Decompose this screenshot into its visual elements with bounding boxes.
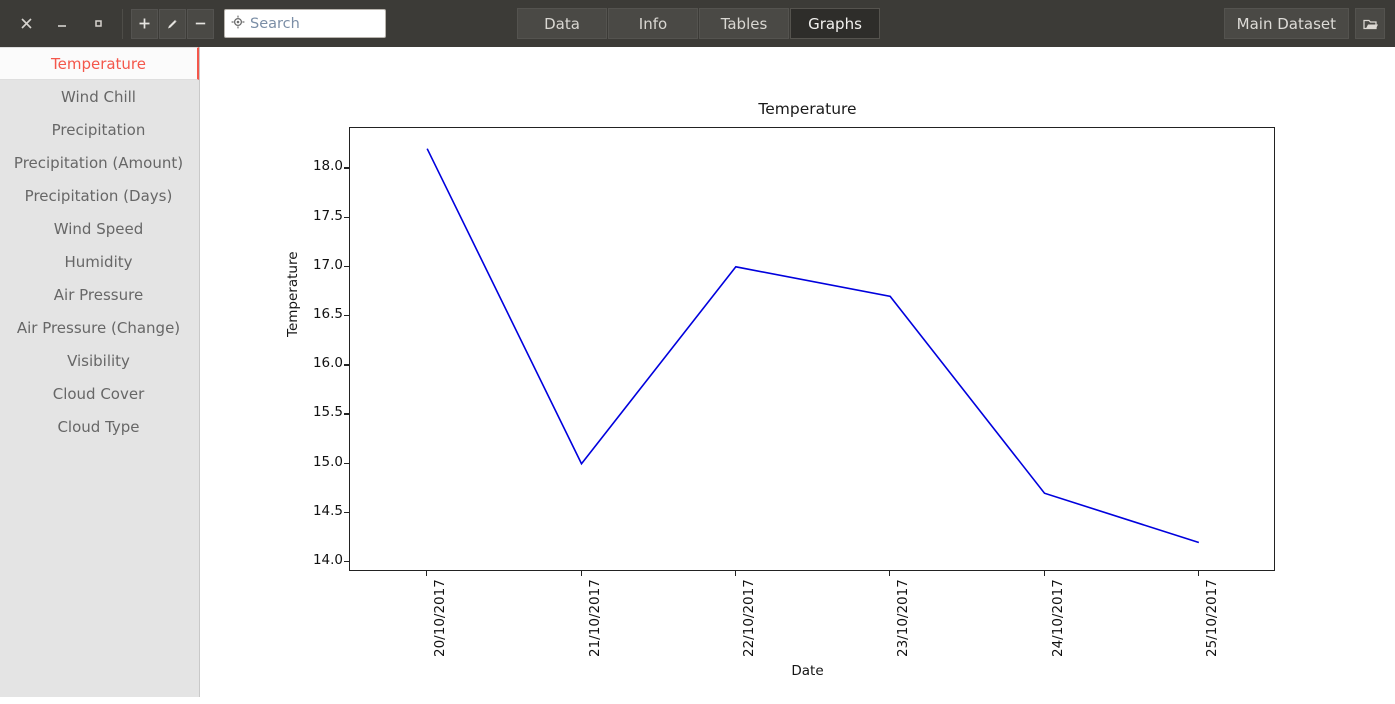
sidebar-item-label: Air Pressure: [53, 285, 144, 304]
dataset-controls: Main Dataset: [1223, 8, 1385, 39]
sidebar-item-label: Humidity: [64, 252, 133, 271]
sidebar-item-label: Visibility: [67, 351, 130, 370]
sidebar-item-label: Precipitation: [51, 120, 146, 139]
y-tick-label: 16.0: [312, 355, 343, 372]
y-tick-label: 16.5: [312, 306, 343, 323]
sidebar-item-label: Air Pressure (Change): [16, 318, 181, 337]
x-tick-label: 25/10/2017: [1203, 579, 1220, 657]
sidebar-item-precipitation-amount[interactable]: Precipitation (Amount): [0, 146, 199, 179]
tab-tables[interactable]: Tables: [699, 8, 789, 39]
sidebar-item-label: Precipitation (Days): [24, 186, 173, 205]
tab-data[interactable]: Data: [517, 8, 607, 39]
tab-graphs[interactable]: Graphs: [790, 8, 880, 39]
x-tick-mark: [889, 571, 891, 576]
sidebar-item-cloud-cover[interactable]: Cloud Cover: [0, 377, 199, 410]
edit-pencil-icon[interactable]: [159, 8, 186, 39]
y-tick-label: 14.5: [312, 502, 343, 519]
x-axis-label: Date: [791, 663, 824, 679]
x-tick-label: 21/10/2017: [586, 579, 603, 657]
sidebar-item-cloud-type[interactable]: Cloud Type: [0, 410, 199, 443]
title-bar: Data Info Tables Graphs Main Dataset: [0, 0, 1395, 47]
target-search-icon: [231, 14, 245, 33]
sidebar-item-wind-speed[interactable]: Wind Speed: [0, 212, 199, 245]
window-controls: [8, 8, 116, 40]
y-tick-label: 18.0: [312, 158, 343, 175]
search-input[interactable]: [250, 15, 379, 32]
sidebar-item-label: Wind Speed: [53, 219, 144, 238]
sidebar-item-label: Cloud Type: [57, 417, 140, 436]
temperature-line: [426, 148, 1200, 544]
sidebar-item-label: Wind Chill: [61, 87, 136, 106]
tab-info[interactable]: Info: [608, 8, 698, 39]
main-tabs: Data Info Tables Graphs: [517, 8, 880, 39]
x-tick-label: 20/10/2017: [432, 579, 449, 657]
sidebar-item-precipitation[interactable]: Precipitation: [0, 113, 199, 146]
dataset-button[interactable]: Main Dataset: [1223, 8, 1349, 39]
add-button[interactable]: [131, 8, 158, 39]
y-axis-label: Temperature: [285, 251, 301, 337]
sidebar-item-air-pressure[interactable]: Air Pressure: [0, 278, 199, 311]
y-axis-tick-labels: 14.0 14.5 15.0 15.5 16.0 16.5 17.0 17.5 18.0: [301, 47, 343, 704]
y-tick-label: 15.0: [312, 453, 343, 470]
x-tick-label: 22/10/2017: [740, 579, 757, 657]
sidebar-item-wind-chill[interactable]: Wind Chill: [0, 80, 199, 113]
close-icon[interactable]: [8, 8, 44, 40]
y-tick-label: 17.0: [312, 256, 343, 273]
minimize-icon[interactable]: [44, 8, 80, 40]
sidebar-item-label: Cloud Cover: [52, 384, 145, 403]
y-tick-label: 14.0: [312, 552, 343, 569]
sidebar-item-visibility[interactable]: Visibility: [0, 344, 199, 377]
x-tick-label: 24/10/2017: [1049, 579, 1066, 657]
remove-button[interactable]: [187, 8, 214, 39]
toolbar-divider: [122, 8, 123, 39]
plot-area: [349, 127, 1275, 571]
line-series-svg: [426, 148, 1200, 544]
graph-panel: Temperature Temperature 14.0 14.5 15.0 15.5…: [201, 47, 1395, 704]
chart-title: Temperature: [758, 100, 857, 118]
sidebar-item-label: Precipitation (Amount): [13, 153, 184, 172]
sidebar-item-label: Temperature: [50, 54, 147, 73]
y-tick-label: 17.5: [312, 207, 343, 224]
x-tick-mark: [580, 571, 582, 576]
sidebar-item-humidity[interactable]: Humidity: [0, 245, 199, 278]
sidebar-item-air-pressure-change[interactable]: Air Pressure (Change): [0, 311, 199, 344]
sidebar-item-precipitation-days[interactable]: Precipitation (Days): [0, 179, 199, 212]
sidebar-item-temperature[interactable]: Temperature: [0, 47, 199, 80]
x-tick-mark: [1197, 571, 1200, 576]
x-tick-mark: [426, 571, 428, 576]
maximize-icon[interactable]: [80, 8, 116, 40]
toolbar-tools: [131, 8, 214, 39]
y-tick-label: 15.5: [312, 404, 343, 421]
folder-icon[interactable]: [1355, 8, 1385, 39]
variable-sidebar: Temperature Wind Chill Precipitation Pre…: [0, 47, 200, 697]
x-tick-mark: [734, 571, 737, 576]
search-box[interactable]: [224, 9, 386, 38]
x-tick-mark: [1043, 571, 1045, 576]
x-tick-label: 23/10/2017: [895, 579, 912, 657]
